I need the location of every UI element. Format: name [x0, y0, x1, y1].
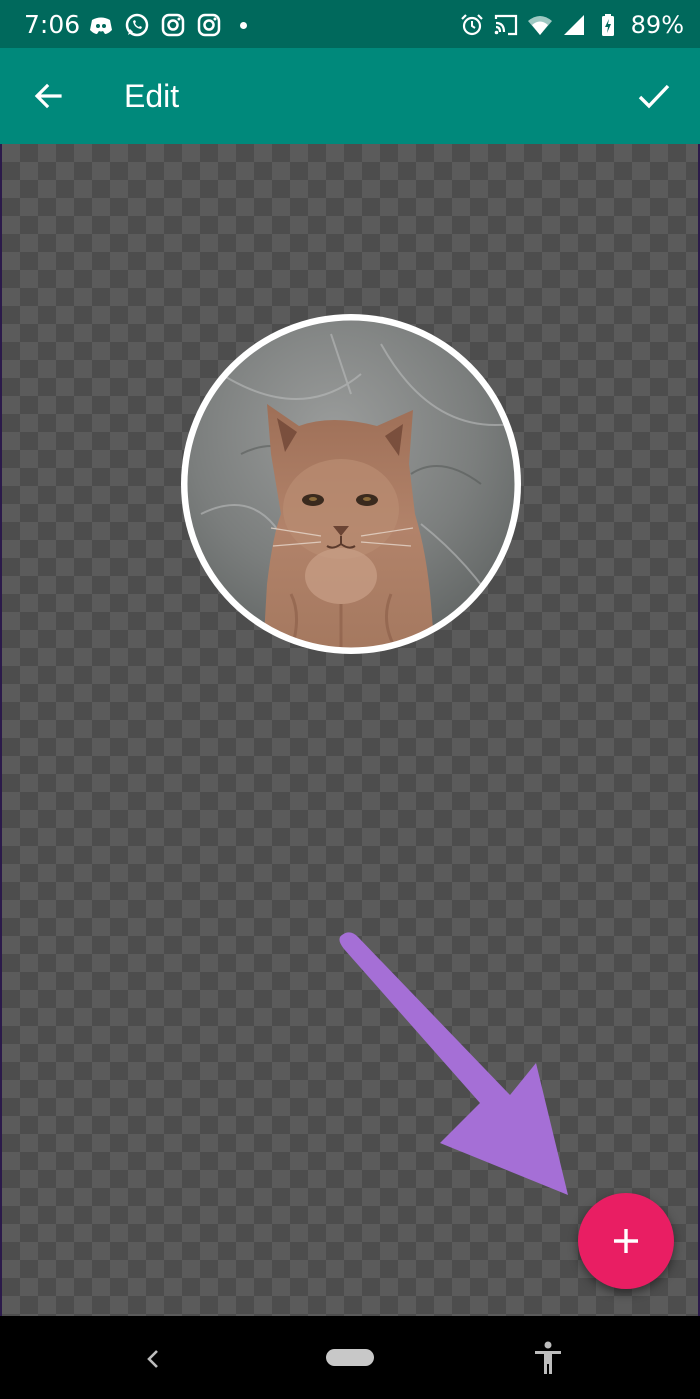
back-button[interactable]	[24, 72, 72, 120]
system-status-icons: 89%	[459, 10, 684, 40]
accessibility-icon[interactable]	[532, 1340, 564, 1376]
arrow-back-icon	[34, 83, 62, 109]
status-bar: 7:06 89%	[0, 0, 700, 48]
toolbar: Edit	[0, 48, 700, 144]
battery-percentage: 89%	[630, 11, 684, 39]
whatsapp-icon	[125, 13, 149, 37]
annotation-arrow	[339, 932, 568, 1195]
notification-icons	[88, 12, 247, 38]
plus-icon	[614, 1229, 638, 1253]
checkmark-icon	[638, 84, 670, 109]
cast-icon	[494, 14, 517, 36]
discord-icon	[90, 17, 112, 34]
wifi-icon	[527, 16, 552, 35]
nav-home-pill[interactable]	[326, 1349, 374, 1366]
page-title: Edit	[124, 78, 180, 114]
instagram-icon	[161, 13, 185, 37]
instagram-icon	[197, 13, 221, 37]
status-time: 7:06	[24, 10, 81, 39]
signal-icon	[563, 15, 584, 35]
done-button[interactable]	[630, 72, 678, 120]
battery-charging-icon	[601, 14, 614, 36]
alarm-icon	[460, 14, 483, 36]
more-notifications-dot	[240, 21, 247, 29]
cat-sticker[interactable]	[181, 314, 521, 654]
system-navigation-bar	[0, 1316, 700, 1399]
nav-back-icon[interactable]	[138, 1344, 168, 1374]
add-button[interactable]	[578, 1193, 674, 1289]
